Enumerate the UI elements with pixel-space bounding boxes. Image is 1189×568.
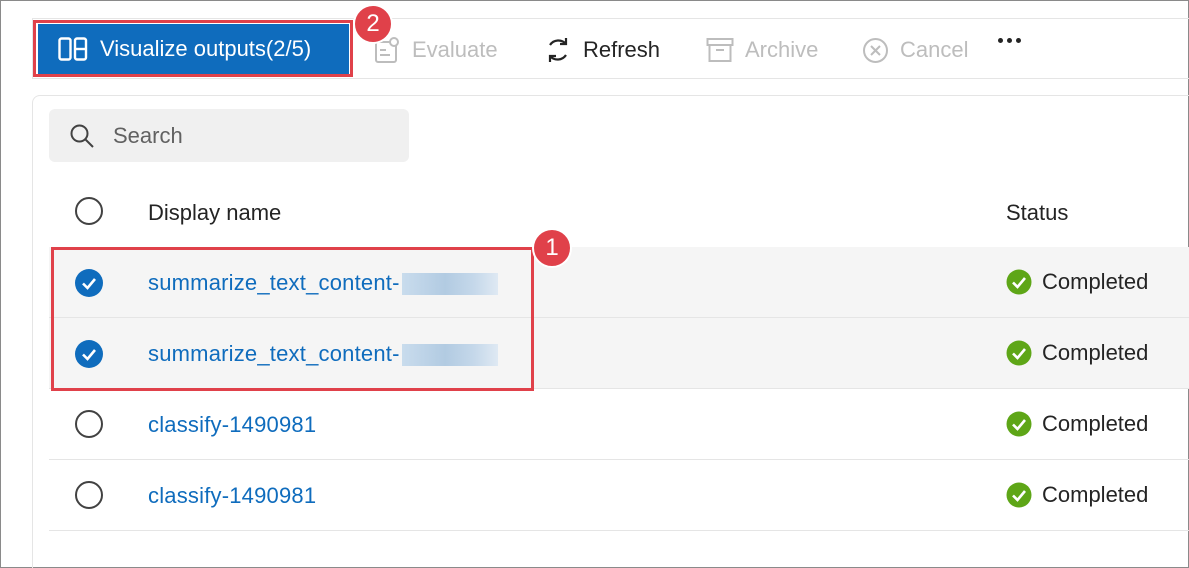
row-checkbox[interactable]: [75, 410, 103, 438]
status-cell: Completed: [1006, 411, 1148, 437]
archive-label: Archive: [745, 37, 819, 62]
evaluate-button[interactable]: Evaluate: [374, 30, 498, 70]
column-header-display-name[interactable]: Display name: [148, 200, 281, 226]
dismiss-circle-icon: [863, 37, 888, 63]
archive-icon: [706, 38, 734, 62]
refresh-button[interactable]: Refresh: [544, 30, 660, 70]
run-name-link[interactable]: classify-1490981: [148, 483, 316, 509]
archive-button[interactable]: Archive: [706, 30, 818, 70]
status-text: Completed: [1042, 340, 1149, 365]
status-text: Completed: [1042, 269, 1149, 294]
annotation-badge-1: 1: [532, 228, 572, 268]
select-all-checkbox[interactable]: [75, 197, 103, 225]
status-cell: Completed: [1006, 340, 1148, 366]
refresh-label: Refresh: [583, 37, 661, 62]
run-name-link[interactable]: classify-1490981: [148, 412, 316, 438]
search-box[interactable]: [49, 109, 409, 162]
success-check-icon: [1006, 340, 1032, 366]
success-check-icon: [1006, 411, 1032, 437]
annotation-highlight-2: [33, 20, 353, 77]
annotation-highlight-1: [51, 247, 534, 391]
table-row[interactable]: classify-1490981 Completed: [49, 389, 1189, 460]
status-text: Completed: [1042, 411, 1149, 436]
success-check-icon: [1006, 482, 1032, 508]
search-input[interactable]: [113, 122, 373, 149]
annotation-badge-2: 2: [353, 4, 393, 44]
search-icon: [70, 124, 94, 148]
status-text: Completed: [1042, 482, 1149, 507]
row-checkbox[interactable]: [75, 481, 103, 509]
more-horizontal-icon[interactable]: [998, 38, 1021, 43]
table-header: Display name Status: [49, 180, 1189, 244]
cancel-button[interactable]: Cancel: [862, 30, 968, 70]
column-header-status[interactable]: Status: [1006, 200, 1068, 226]
evaluate-label: Evaluate: [412, 37, 498, 62]
status-cell: Completed: [1006, 269, 1148, 295]
success-check-icon: [1006, 269, 1032, 295]
refresh-icon: [548, 38, 568, 62]
cancel-label: Cancel: [900, 37, 969, 62]
status-cell: Completed: [1006, 482, 1148, 508]
table-row[interactable]: classify-1490981 Completed: [49, 460, 1189, 531]
